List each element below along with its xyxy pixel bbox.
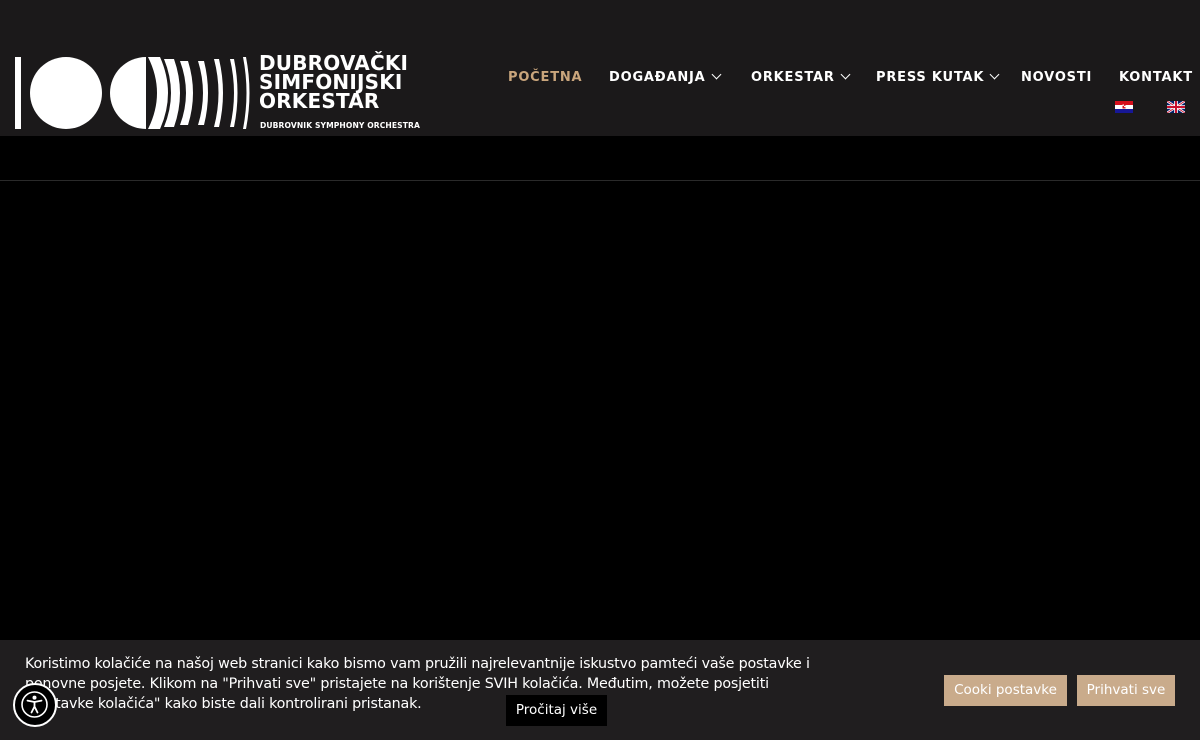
nav-item-pocetna[interactable]: POČETNA — [508, 70, 582, 85]
nav-item-dogadanja[interactable]: DOGAĐANJA — [609, 69, 721, 85]
chevron-down-icon — [711, 69, 721, 80]
nav-item-label: DOGAĐANJA — [609, 70, 706, 85]
orchestra-logo[interactable]: DUBROVAČKI SIMFONIJSKI ORKESTAR DUBROVNI… — [14, 53, 444, 131]
nav-item-label: KONTAKT — [1119, 70, 1193, 85]
croatia-flag-icon[interactable] — [1115, 98, 1133, 113]
nav-item-novosti[interactable]: NOVOSTI — [1021, 70, 1092, 85]
chevron-down-icon — [840, 69, 851, 80]
accessibility-icon — [21, 691, 48, 718]
accessibility-button[interactable] — [13, 683, 57, 727]
nav-item-kontakt[interactable]: KONTAKT — [1119, 70, 1193, 85]
logo-title-line-3: ORKESTAR — [259, 89, 380, 113]
cookie-settings-button[interactable]: Cooki postavke — [944, 675, 1067, 706]
accept-all-button[interactable]: Prihvati sve — [1077, 675, 1175, 706]
nav-item-label: POČETNA — [508, 70, 583, 85]
cookie-banner: Koristimo kolačiće na našoj web stranici… — [0, 640, 1200, 740]
nav-item-label: ORKESTAR — [751, 70, 835, 85]
site-header: DUBROVAČKI SIMFONIJSKI ORKESTAR DUBROVNI… — [0, 0, 1200, 136]
chevron-down-icon — [989, 69, 1000, 80]
nav-item-orkestar[interactable]: ORKESTAR — [751, 69, 851, 85]
nav-item-press-kutak[interactable]: PRESS KUTAK — [876, 69, 1000, 85]
header-divider — [0, 180, 1200, 181]
nav-item-label: PRESS KUTAK — [876, 70, 985, 85]
cookie-banner-text: Koristimo kolačiće na našoj web stranici… — [25, 656, 810, 712]
nav-item-label: NOVOSTI — [1021, 70, 1093, 85]
logo-mark-icon — [15, 57, 250, 129]
logo-subtitle: DUBROVNIK SYMPHONY ORCHESTRA — [260, 121, 420, 130]
read-more-button[interactable]: Pročitaj više — [506, 695, 607, 726]
uk-flag-icon[interactable] — [1166, 98, 1186, 114]
